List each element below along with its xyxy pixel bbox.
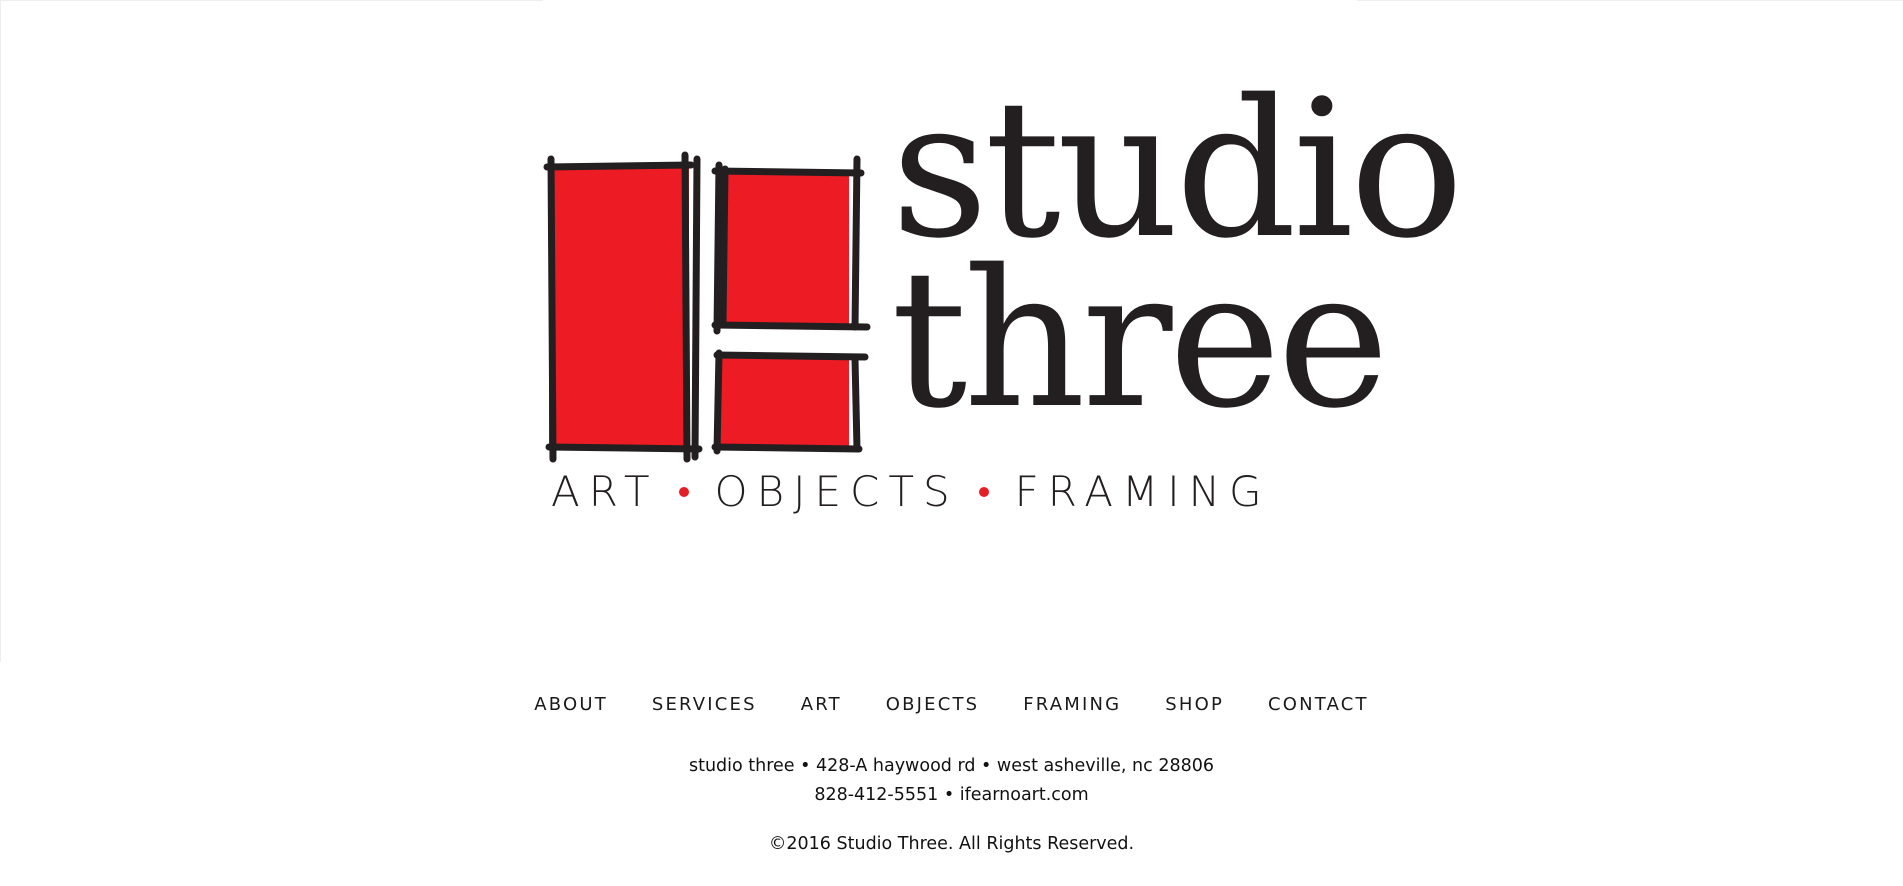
footer-phone[interactable]: 828-412-5551 bbox=[814, 785, 938, 805]
logo-left-block bbox=[549, 167, 689, 449]
tagline-objects: OBJECTS bbox=[714, 467, 959, 516]
footer-website-link[interactable]: ifearnoart.com bbox=[960, 785, 1089, 805]
nav-about[interactable]: ABOUT bbox=[534, 694, 608, 715]
nav-objects[interactable]: OBJECTS bbox=[886, 694, 980, 715]
nav-framing[interactable]: FRAMING bbox=[1023, 694, 1121, 715]
footer-contact-separator: • bbox=[938, 785, 960, 805]
tagline-framing: FRAMING bbox=[1014, 467, 1271, 516]
wordmark-three: three bbox=[891, 229, 1389, 450]
logo-wordmark: studio three bbox=[891, 75, 1464, 450]
footer-copyright: ©2016 Studio Three. All Rights Reserved. bbox=[768, 834, 1135, 854]
footer-address: studio three • 428-A haywood rd • west a… bbox=[688, 756, 1215, 776]
footer-info: studio three • 428-A haywood rd • west a… bbox=[0, 752, 1903, 859]
tagline-art: ART bbox=[551, 467, 659, 516]
nav-shop[interactable]: SHOP bbox=[1165, 694, 1224, 715]
hero-top-gap bbox=[543, 0, 1357, 2]
nav-services[interactable]: SERVICES bbox=[652, 694, 757, 715]
red-squares-icon bbox=[543, 151, 871, 463]
studio-three-logo[interactable]: studio three ART OBJECTS FRAMING bbox=[539, 75, 1464, 529]
logo-top-right-block bbox=[717, 173, 849, 327]
tagline-dot-icon bbox=[978, 486, 989, 497]
hero-banner: studio three ART OBJECTS FRAMING bbox=[0, 0, 1903, 662]
tagline-dot-icon bbox=[678, 486, 689, 497]
footer-contact: 828-412-5551 • ifearnoart.com bbox=[0, 781, 1903, 810]
main-navigation: ABOUT SERVICES ART OBJECTS FRAMING SHOP … bbox=[0, 694, 1903, 715]
logo-bottom-right-block bbox=[717, 357, 849, 449]
logo-tagline: ART OBJECTS FRAMING bbox=[551, 471, 1271, 513]
nav-art[interactable]: ART bbox=[801, 694, 842, 715]
nav-contact[interactable]: CONTACT bbox=[1268, 694, 1369, 715]
